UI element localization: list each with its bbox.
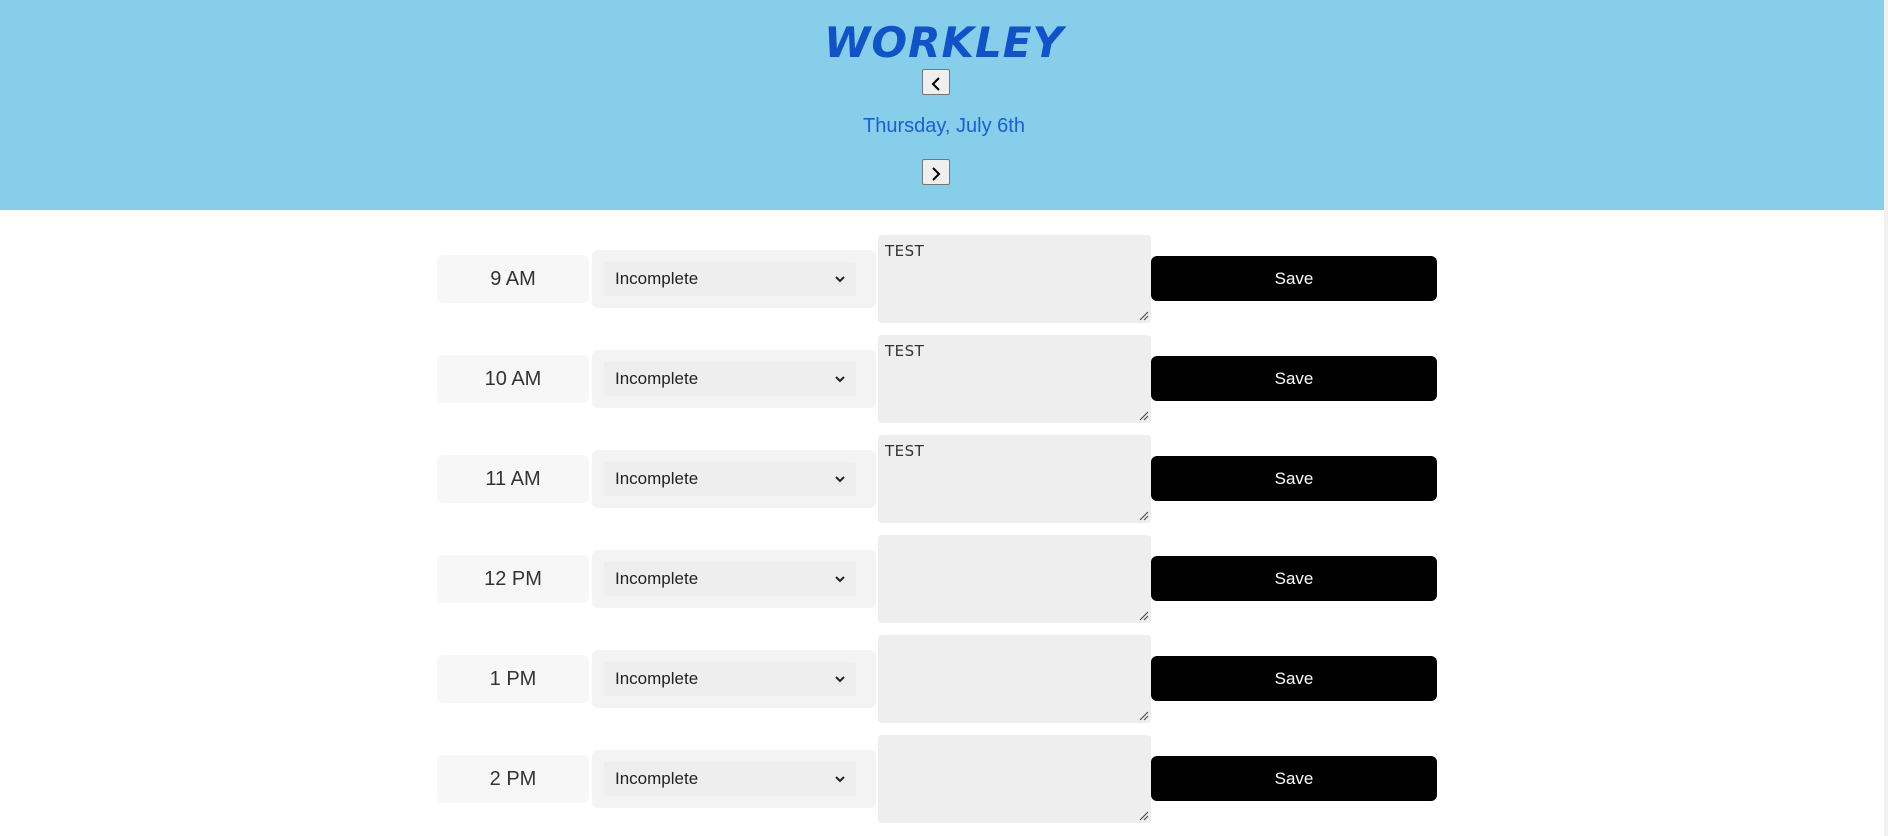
status-value: Incomplete (615, 669, 699, 688)
hour-row: 10 AM Incomplete TEST Save (0, 335, 1888, 425)
resize-grip-icon[interactable] (1139, 811, 1149, 821)
hour-row: 9 AM Incomplete TEST Save (0, 235, 1888, 325)
save-button[interactable]: Save (1151, 656, 1437, 701)
hour-row: 12 PM Incomplete Save (0, 535, 1888, 625)
note-textarea[interactable]: TEST (878, 235, 1151, 323)
status-select[interactable]: Incomplete (604, 462, 856, 496)
status-select[interactable]: Incomplete (604, 362, 856, 396)
chevron-down-icon (835, 776, 845, 783)
hour-label: 2 PM (437, 755, 589, 803)
note-textarea[interactable]: TEST (878, 335, 1151, 423)
status-value: Incomplete (615, 369, 699, 388)
note-text: TEST (885, 342, 925, 360)
status-select[interactable]: Incomplete (604, 662, 856, 696)
chevron-down-icon (835, 476, 845, 483)
note-textarea[interactable] (878, 735, 1151, 823)
scrollbar[interactable] (1884, 0, 1888, 836)
status-cell: Incomplete (592, 250, 876, 308)
resize-grip-icon[interactable] (1139, 311, 1149, 321)
chevron-down-icon (835, 576, 845, 583)
hour-label: 9 AM (437, 255, 589, 303)
status-cell: Incomplete (592, 750, 876, 808)
save-button[interactable]: Save (1151, 356, 1437, 401)
status-cell: Incomplete (592, 450, 876, 508)
status-value: Incomplete (615, 469, 699, 488)
resize-grip-icon[interactable] (1139, 511, 1149, 521)
note-textarea[interactable] (878, 535, 1151, 623)
note-text: TEST (885, 242, 925, 260)
hour-row: 1 PM Incomplete Save (0, 635, 1888, 725)
hour-row: 11 AM Incomplete TEST Save (0, 435, 1888, 525)
status-select[interactable]: Incomplete (604, 762, 856, 796)
chevron-down-icon (835, 676, 845, 683)
status-value: Incomplete (615, 769, 699, 788)
hour-label: 11 AM (437, 455, 589, 503)
note-textarea[interactable] (878, 635, 1151, 723)
resize-grip-icon[interactable] (1139, 611, 1149, 621)
resize-grip-icon[interactable] (1139, 411, 1149, 421)
hour-label: 12 PM (437, 555, 589, 603)
chevron-down-icon (835, 276, 845, 283)
resize-grip-icon[interactable] (1139, 711, 1149, 721)
save-button[interactable]: Save (1151, 756, 1437, 801)
hour-row: 2 PM Incomplete Save (0, 735, 1888, 825)
note-text: TEST (885, 442, 925, 460)
chevron-down-icon (835, 376, 845, 383)
note-textarea[interactable]: TEST (878, 435, 1151, 523)
status-cell: Incomplete (592, 650, 876, 708)
save-button[interactable]: Save (1151, 456, 1437, 501)
save-button[interactable]: Save (1151, 256, 1437, 301)
status-value: Incomplete (615, 269, 699, 288)
status-cell: Incomplete (592, 350, 876, 408)
save-button[interactable]: Save (1151, 556, 1437, 601)
hour-label: 10 AM (437, 355, 589, 403)
status-select[interactable]: Incomplete (604, 562, 856, 596)
status-value: Incomplete (615, 569, 699, 588)
hour-label: 1 PM (437, 655, 589, 703)
status-cell: Incomplete (592, 550, 876, 608)
status-select[interactable]: Incomplete (604, 262, 856, 296)
schedule-list: 9 AM Incomplete TEST Save 10 AM Incomple… (0, 0, 1888, 836)
